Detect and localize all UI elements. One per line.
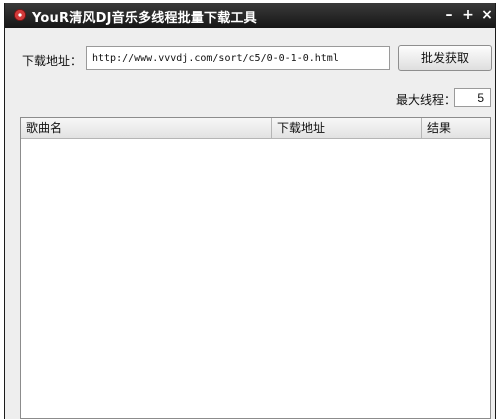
column-header-result[interactable]: 结果 <box>422 118 490 138</box>
download-url-input[interactable] <box>86 46 390 70</box>
minimize-button[interactable]: – <box>441 6 457 24</box>
window-title: YouR清风DJ音乐多线程批量下载工具 <box>32 11 257 26</box>
table-header: 歌曲名 下载地址 结果 <box>21 118 490 139</box>
title-bar[interactable]: YouR清风DJ音乐多线程批量下载工具 – + × <box>5 3 495 28</box>
column-header-download-url[interactable]: 下载地址 <box>272 118 422 138</box>
max-threads-input[interactable] <box>454 88 491 107</box>
song-list-table[interactable]: 歌曲名 下载地址 结果 <box>20 117 491 419</box>
max-threads-label: 最大线程： <box>396 93 457 107</box>
record-disc-icon <box>14 9 26 21</box>
close-button[interactable]: × <box>479 6 495 24</box>
batch-fetch-button[interactable]: 批发获取 <box>398 45 492 71</box>
download-url-label: 下载地址： <box>22 54 83 68</box>
main-window: YouR清风DJ音乐多线程批量下载工具 – + × 下载地址： 批发获取 最大线… <box>4 3 496 419</box>
column-header-song-name[interactable]: 歌曲名 <box>21 118 272 138</box>
table-body[interactable] <box>21 139 490 418</box>
maximize-button[interactable]: + <box>460 6 476 24</box>
